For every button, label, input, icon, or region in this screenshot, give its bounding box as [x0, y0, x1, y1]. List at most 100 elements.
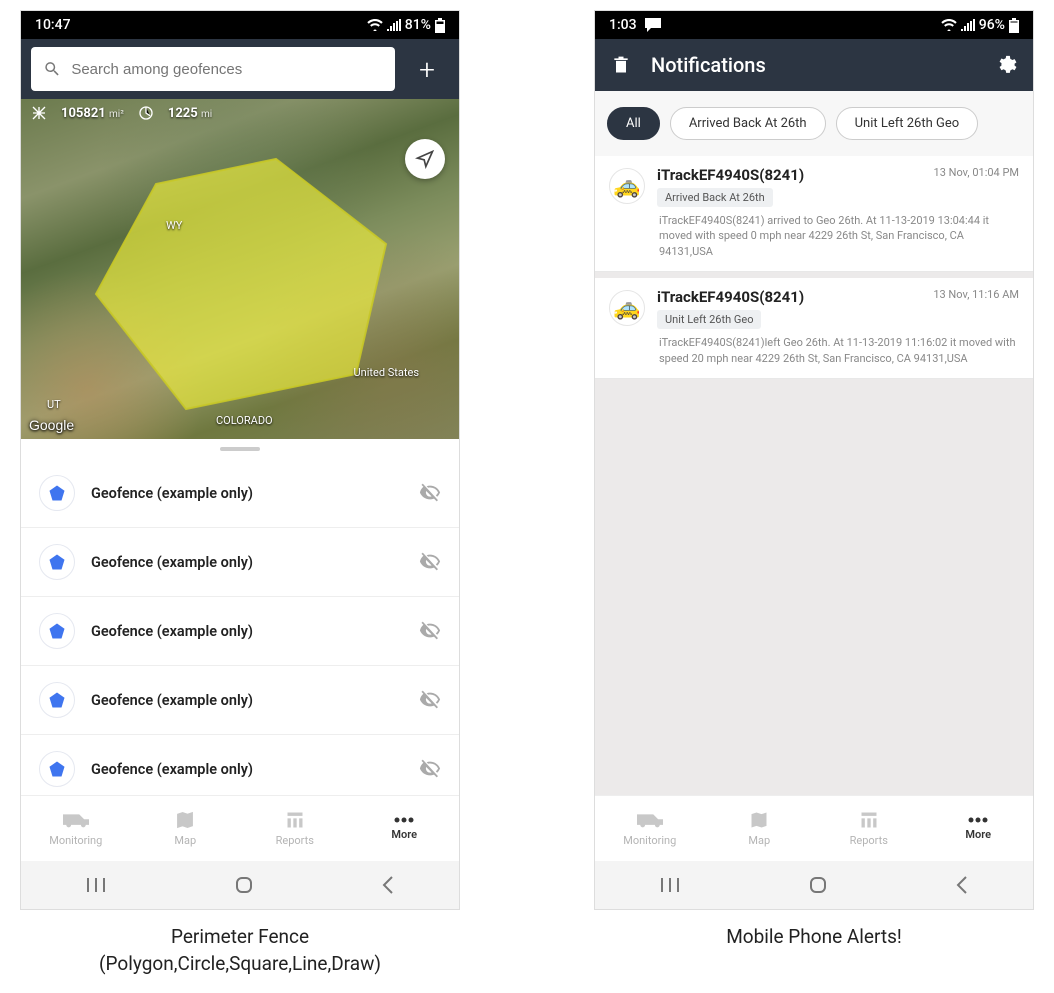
visibility-off-icon[interactable]	[419, 758, 441, 780]
back-icon[interactable]	[381, 875, 395, 895]
list-item[interactable]: Geofence (example only)	[21, 735, 459, 795]
map-label-ut: UT	[47, 398, 61, 411]
wifi-icon	[367, 19, 383, 31]
header-bar: +	[21, 39, 459, 99]
notification-item[interactable]: 🚕 iTrackEF4940S(8241) 13 Nov, 01:04 PM A…	[595, 156, 1033, 272]
caption-left: Perimeter Fence (Polygon,Circle,Square,L…	[99, 924, 381, 977]
area-value: 105821	[61, 106, 106, 121]
polygon-icon	[39, 682, 75, 718]
map-icon	[748, 810, 770, 830]
map-stats: 105821 mi² 1225 mi	[21, 99, 222, 127]
chat-icon	[645, 18, 661, 32]
notification-item[interactable]: 🚕 iTrackEF4940S(8241) 13 Nov, 11:16 AM U…	[595, 278, 1033, 379]
notif-time: 13 Nov, 11:16 AM	[933, 288, 1019, 301]
reports-icon	[858, 810, 880, 830]
back-icon[interactable]	[955, 875, 969, 895]
list-item[interactable]: Geofence (example only)	[21, 459, 459, 528]
list-item[interactable]: Geofence (example only)	[21, 528, 459, 597]
polygon-icon	[39, 544, 75, 580]
perimeter-unit: mi	[201, 109, 212, 120]
signal-icon	[387, 19, 401, 31]
battery-icon	[435, 18, 445, 33]
filter-row: All Arrived Back At 26th Unit Left 26th …	[595, 91, 1033, 156]
bottom-nav: Monitoring Map Reports More	[595, 795, 1033, 861]
map-label-colorado: COLORADO	[216, 414, 273, 427]
status-icons: 81%	[367, 17, 445, 33]
map[interactable]: 105821 mi² 1225 mi WY UT COLORADO United…	[21, 99, 459, 439]
google-logo: Google	[29, 417, 74, 433]
signal-icon	[961, 19, 975, 31]
geofence-polygon	[76, 144, 396, 414]
notification-list[interactable]: 🚕 iTrackEF4940S(8241) 13 Nov, 01:04 PM A…	[595, 156, 1033, 795]
gear-icon[interactable]	[995, 54, 1017, 76]
search-box[interactable]	[31, 47, 395, 91]
system-nav	[595, 861, 1033, 909]
notif-desc: iTrackEF4940S(8241)left Geo 26th. At 11-…	[657, 335, 1019, 366]
polygon-icon	[39, 475, 75, 511]
status-icons: 96%	[941, 17, 1019, 33]
bottom-nav: Monitoring Map Reports More	[21, 795, 459, 861]
polygon-icon	[39, 751, 75, 787]
perimeter-icon	[138, 105, 154, 121]
location-arrow-icon	[415, 149, 435, 169]
locate-button[interactable]	[405, 139, 445, 179]
drag-handle[interactable]	[21, 439, 459, 459]
wifi-icon	[941, 19, 957, 31]
nav-more[interactable]: More	[350, 796, 460, 861]
filter-left[interactable]: Unit Left 26th Geo	[836, 107, 979, 140]
search-input[interactable]	[71, 61, 383, 78]
geofence-label: Geofence (example only)	[91, 623, 403, 640]
notif-title: iTrackEF4940S(8241)	[657, 166, 804, 184]
nav-map[interactable]: Map	[131, 796, 241, 861]
nav-monitoring[interactable]: Monitoring	[21, 796, 131, 861]
list-item[interactable]: Geofence (example only)	[21, 597, 459, 666]
caption-right: Mobile Phone Alerts!	[726, 924, 902, 951]
nav-monitoring[interactable]: Monitoring	[595, 796, 705, 861]
nav-map[interactable]: Map	[705, 796, 815, 861]
nav-more[interactable]: More	[924, 796, 1034, 861]
polygon-icon	[39, 613, 75, 649]
battery-icon	[1009, 18, 1019, 33]
map-icon	[174, 810, 196, 830]
status-time: 1:03	[609, 17, 637, 33]
area-unit: mi²	[109, 109, 124, 120]
van-icon	[63, 810, 89, 830]
phone-notifications: 1:03 96% Notifications All Arrived Back …	[594, 10, 1034, 910]
map-label-us: United States	[354, 366, 419, 379]
recent-apps-icon[interactable]	[85, 876, 107, 894]
nav-reports[interactable]: Reports	[814, 796, 924, 861]
trash-icon[interactable]	[611, 54, 631, 76]
nav-reports[interactable]: Reports	[240, 796, 350, 861]
status-time: 10:47	[35, 17, 71, 33]
notif-header: Notifications	[595, 39, 1033, 91]
home-icon[interactable]	[808, 875, 828, 895]
list-item[interactable]: Geofence (example only)	[21, 666, 459, 735]
visibility-off-icon[interactable]	[419, 689, 441, 711]
filter-all[interactable]: All	[607, 107, 660, 140]
status-battery: 96%	[979, 17, 1005, 33]
more-icon	[393, 816, 415, 824]
page-title: Notifications	[651, 53, 975, 77]
status-bar: 1:03 96%	[595, 11, 1033, 39]
visibility-off-icon[interactable]	[419, 551, 441, 573]
status-battery: 81%	[405, 17, 431, 33]
filter-arrived[interactable]: Arrived Back At 26th	[670, 107, 826, 140]
geofence-label: Geofence (example only)	[91, 485, 403, 502]
recent-apps-icon[interactable]	[659, 876, 681, 894]
geofence-label: Geofence (example only)	[91, 692, 403, 709]
add-button[interactable]: +	[405, 47, 449, 91]
geofence-list[interactable]: Geofence (example only) Geofence (exampl…	[21, 459, 459, 795]
vehicle-icon: 🚕	[609, 168, 645, 204]
more-icon	[967, 816, 989, 824]
perimeter-value: 1225	[168, 106, 198, 121]
map-label-wy: WY	[166, 219, 182, 232]
notif-badge: Unit Left 26th Geo	[657, 310, 761, 329]
notif-title: iTrackEF4940S(8241)	[657, 288, 804, 306]
geofence-label: Geofence (example only)	[91, 554, 403, 571]
home-icon[interactable]	[234, 875, 254, 895]
status-bar: 10:47 81%	[21, 11, 459, 39]
visibility-off-icon[interactable]	[419, 482, 441, 504]
notif-desc: iTrackEF4940S(8241) arrived to Geo 26th.…	[657, 213, 1019, 259]
visibility-off-icon[interactable]	[419, 620, 441, 642]
search-icon	[43, 59, 61, 79]
